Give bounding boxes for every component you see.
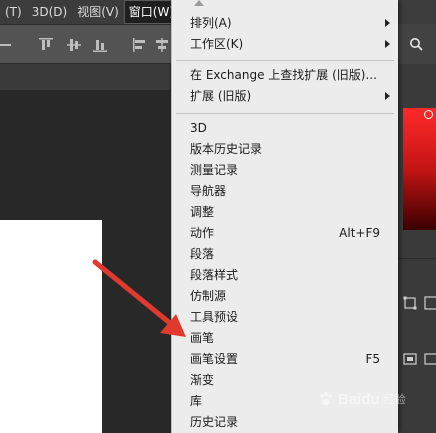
menu-item-arrange[interactable]: 排列(A) bbox=[172, 13, 398, 34]
search-icon[interactable] bbox=[409, 37, 423, 51]
submenu-arrow-icon bbox=[385, 19, 390, 27]
menu-item-clone-source[interactable]: 仿制源 bbox=[172, 286, 398, 307]
paw-logo-icon bbox=[320, 392, 332, 406]
menu-separator bbox=[176, 113, 394, 114]
baidu-watermark: Baidu 经验 bbox=[318, 386, 406, 412]
menu-item-version-history[interactable]: 版本历史记录 bbox=[172, 139, 398, 160]
window-menu-dropdown: 排列(A) 工作区(K) 在 Exchange 上查找扩展 (旧版)... 扩展… bbox=[171, 0, 398, 433]
document-tab-strip bbox=[0, 64, 170, 90]
menu-item-brushes[interactable]: 画笔 bbox=[172, 328, 398, 349]
submenu-arrow-icon bbox=[385, 92, 390, 100]
menu-item-workspace[interactable]: 工作区(K) bbox=[172, 34, 398, 55]
align-bottom-edges-icon[interactable] bbox=[92, 37, 108, 53]
submenu-arrow-icon bbox=[385, 40, 390, 48]
menu-item-3d[interactable]: 3D bbox=[172, 118, 398, 139]
menu-item-brush-settings[interactable]: 画笔设置 F5 bbox=[172, 349, 398, 370]
search-panel-tab[interactable] bbox=[397, 24, 436, 64]
menu-item-history[interactable]: 历史记录 bbox=[172, 412, 398, 433]
align-left-edges-icon[interactable] bbox=[132, 37, 148, 53]
menu-item-paragraph-styles[interactable]: 段落样式 bbox=[172, 265, 398, 286]
transform-icon[interactable] bbox=[403, 296, 417, 310]
watermark-brand: Baidu bbox=[338, 390, 380, 408]
panel-icon[interactable] bbox=[424, 296, 436, 310]
color-picker-field[interactable] bbox=[403, 108, 436, 230]
align-top-edges-icon[interactable] bbox=[38, 37, 54, 53]
menu-type[interactable]: (T) bbox=[0, 0, 27, 24]
menu-item-navigator[interactable]: 导航器 bbox=[172, 181, 398, 202]
panel-divider bbox=[397, 258, 436, 259]
menu-item-measurement-log[interactable]: 测量记录 bbox=[172, 160, 398, 181]
menu-item-paragraph[interactable]: 段落 bbox=[172, 244, 398, 265]
layers-icon[interactable] bbox=[424, 352, 436, 366]
color-picker-marker[interactable] bbox=[424, 110, 433, 119]
align-horizontal-centers-icon[interactable] bbox=[154, 37, 170, 53]
menu-item-tool-presets[interactable]: 工具预设 bbox=[172, 307, 398, 328]
menu-item-extensions[interactable]: 扩展 (旧版) bbox=[172, 86, 398, 107]
menu-item-find-extensions[interactable]: 在 Exchange 上查找扩展 (旧版)... bbox=[172, 65, 398, 86]
menu-item-actions[interactable]: 动作 Alt+F9 bbox=[172, 223, 398, 244]
align-vertical-centers-icon[interactable] bbox=[66, 37, 82, 53]
menu-3d[interactable]: 3D(D) bbox=[27, 0, 72, 24]
menu-view[interactable]: 视图(V) bbox=[72, 0, 124, 24]
adjust-icon[interactable] bbox=[403, 352, 417, 366]
scroll-up-arrow-icon[interactable] bbox=[194, 0, 204, 6]
shortcut-label: Alt+F9 bbox=[339, 226, 380, 240]
menu-separator bbox=[176, 60, 394, 61]
document-canvas[interactable] bbox=[0, 220, 102, 433]
shortcut-label: F5 bbox=[365, 352, 380, 366]
watermark-sub: 经验 bbox=[383, 394, 406, 406]
menu-item-adjustments[interactable]: 调整 bbox=[172, 202, 398, 223]
align-icon[interactable] bbox=[0, 37, 16, 53]
